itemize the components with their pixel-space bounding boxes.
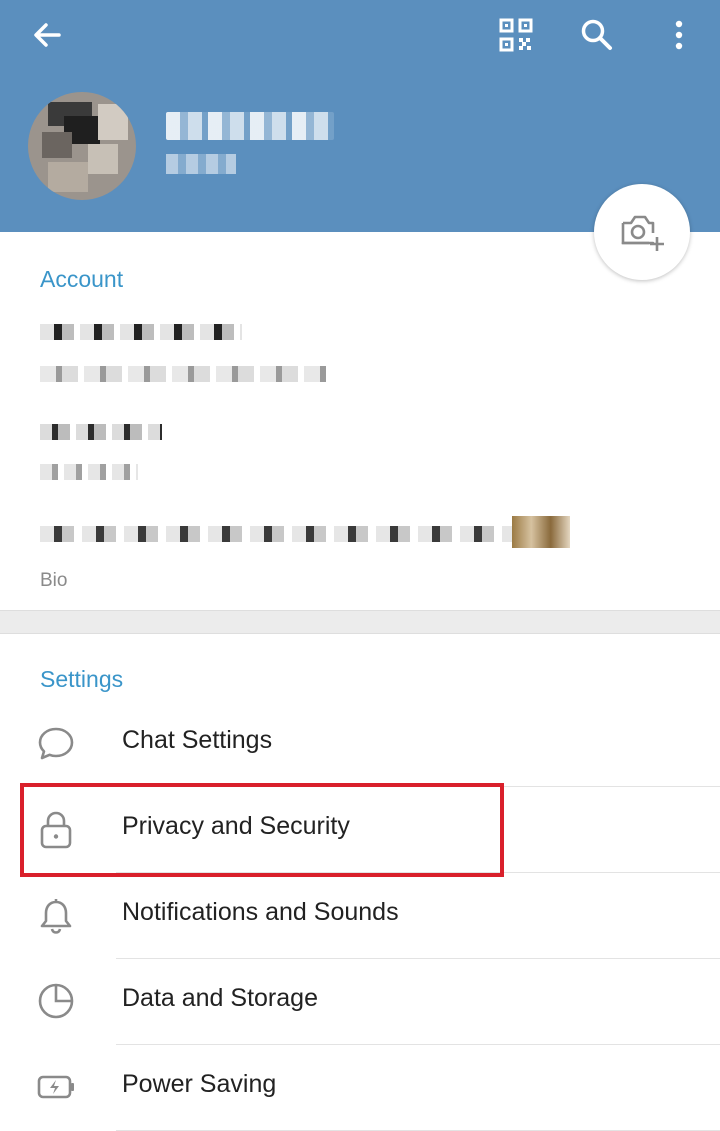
- search-icon: [581, 19, 612, 50]
- bio-label: Bio: [40, 570, 68, 591]
- profile-name-redacted: [166, 112, 334, 140]
- search-button[interactable]: [572, 12, 622, 58]
- settings-item-chat-settings[interactable]: Chat Settings: [0, 700, 720, 786]
- pie-chart-icon: [38, 983, 74, 1019]
- settings-item-notifications-and-sounds[interactable]: Notifications and Sounds: [0, 872, 720, 958]
- set-photo-button[interactable]: [594, 184, 690, 280]
- bell-icon: [40, 899, 72, 934]
- settings-item-power-saving[interactable]: Power Saving: [0, 1044, 720, 1130]
- profile-status-redacted: [166, 154, 236, 174]
- avatar[interactable]: [28, 92, 136, 200]
- more-options-button[interactable]: [656, 12, 702, 58]
- battery-charging-icon: [37, 1075, 74, 1099]
- settings-item-label: Notifications and Sounds: [122, 898, 399, 926]
- settings-item-label: Data and Storage: [122, 984, 318, 1012]
- qr-code-button[interactable]: [490, 12, 542, 58]
- settings-item-data-and-storage[interactable]: Data and Storage: [0, 958, 720, 1044]
- settings-item-label: Chat Settings: [122, 726, 273, 754]
- back-button[interactable]: [20, 14, 74, 56]
- account-section-title: Account: [40, 266, 124, 292]
- section-divider: [0, 610, 720, 634]
- settings-item-label: Power Saving: [122, 1070, 277, 1098]
- settings-section-title: Settings: [40, 666, 124, 692]
- more-vertical-icon: [675, 20, 683, 50]
- arrow-left-icon: [34, 23, 61, 47]
- highlight-box: [20, 783, 504, 877]
- camera-add-icon: [621, 215, 664, 251]
- qr-code-icon: [499, 18, 533, 52]
- chat-bubble-icon: [38, 727, 74, 760]
